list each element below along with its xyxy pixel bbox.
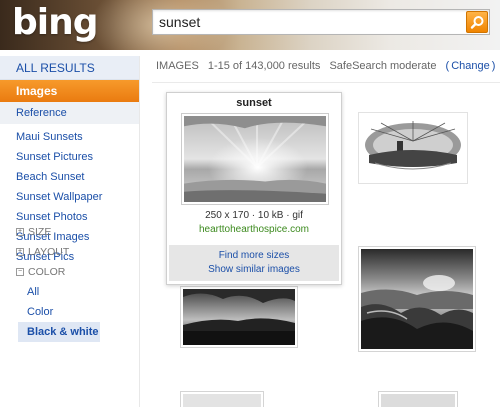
sidebar-item-images[interactable]: Images xyxy=(0,80,139,102)
filter-layout-label: LAYOUT xyxy=(28,246,70,258)
hover-card-actions: Find more sizes Show similar images xyxy=(169,245,339,281)
results-label: IMAGES xyxy=(156,60,199,72)
hover-card-url[interactable]: hearttohearthospice.com xyxy=(167,224,341,235)
show-similar-images-link[interactable]: Show similar images xyxy=(169,263,339,277)
related-search-link[interactable]: Maui Sunsets xyxy=(0,127,139,147)
search-icon xyxy=(470,16,484,29)
filter-color-label: COLOR xyxy=(28,266,66,278)
filter-size-label: SIZE xyxy=(28,226,52,238)
filter-color[interactable]: − COLOR xyxy=(0,262,139,282)
hover-card-image[interactable] xyxy=(181,113,329,205)
thumbnail-image xyxy=(381,394,455,407)
color-option-all[interactable]: All xyxy=(0,282,139,302)
filter-size[interactable]: + SIZE xyxy=(0,222,139,242)
plus-box-icon: + xyxy=(16,228,24,236)
sketch-image xyxy=(361,115,465,181)
color-option-black-white[interactable]: Black & white xyxy=(18,322,100,342)
image-thumbnail[interactable] xyxy=(358,112,468,184)
plus-box-icon: + xyxy=(16,248,24,256)
paren-close: ) xyxy=(491,60,496,72)
thumbnail-image xyxy=(183,394,261,407)
search-input[interactable] xyxy=(159,13,459,31)
safesearch-change-link[interactable]: Change xyxy=(451,60,490,72)
image-thumbnail[interactable] xyxy=(378,391,458,407)
filters: + SIZE + LAYOUT − COLOR All Color Black … xyxy=(0,222,139,342)
search-box xyxy=(152,9,490,35)
safesearch-status: SafeSearch moderate xyxy=(329,60,437,72)
sidebar-all-results[interactable]: ALL RESULTS xyxy=(0,56,139,80)
filter-layout[interactable]: + LAYOUT xyxy=(0,242,139,262)
color-option-color[interactable]: Color xyxy=(0,302,139,322)
image-hover-card[interactable]: sunset 250 x 170 · 10 kB · gif hearttohe… xyxy=(166,92,342,285)
sidebar-item-reference[interactable]: Reference xyxy=(0,102,139,124)
results-range: 1-15 of 143,000 results xyxy=(207,60,321,72)
image-thumbnail[interactable] xyxy=(180,286,298,348)
bing-logo[interactable]: bing xyxy=(12,3,99,43)
hover-card-title: sunset xyxy=(236,97,272,109)
paren-open: ( xyxy=(445,60,450,72)
related-search-link[interactable]: Sunset Wallpaper xyxy=(0,187,139,207)
hover-card-meta: 250 x 170 · 10 kB · gif xyxy=(205,210,303,221)
image-thumbnail[interactable] xyxy=(358,246,476,352)
sunset-image xyxy=(184,115,326,202)
results-bar: IMAGES 1-15 of 143,000 results SafeSearc… xyxy=(156,60,500,74)
grid-separator xyxy=(152,82,500,83)
related-search-link[interactable]: Sunset Pictures xyxy=(0,147,139,167)
minus-box-icon: − xyxy=(16,268,24,276)
waves-image xyxy=(361,249,473,349)
search-button[interactable] xyxy=(466,11,488,33)
landscape-image xyxy=(183,289,295,345)
header: bing xyxy=(0,0,500,50)
image-thumbnail[interactable] xyxy=(180,391,264,407)
related-search-link[interactable]: Beach Sunset xyxy=(0,167,139,187)
find-more-sizes-link[interactable]: Find more sizes xyxy=(169,249,339,263)
